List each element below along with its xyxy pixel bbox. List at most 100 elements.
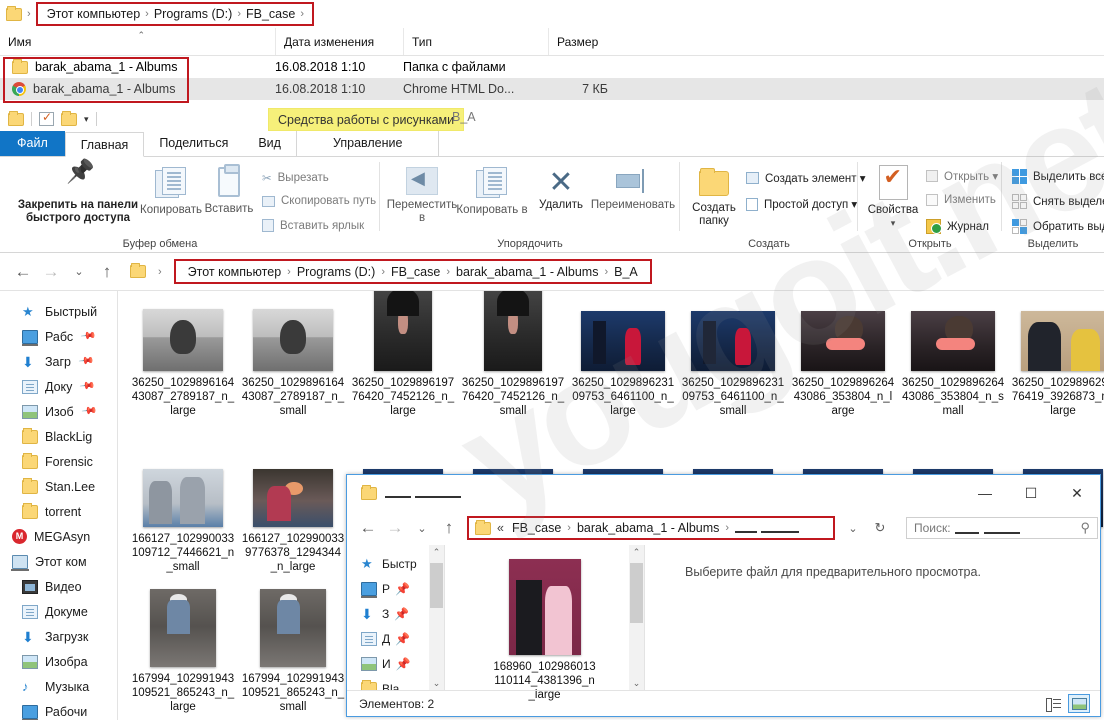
move-to-button[interactable]: Переместить в [386, 167, 458, 225]
list-item[interactable]: 36250_102989629776419_3926873_n_large [1008, 311, 1104, 418]
history-button[interactable]: Журнал [926, 219, 989, 234]
sidebar-item-forensic[interactable]: Forensic [0, 449, 117, 474]
refresh-icon[interactable]: ↻ [871, 520, 889, 536]
list-item[interactable]: 36250_102989619776420_7452126_n_large [348, 291, 458, 418]
window-titlebar[interactable]: — ☐ ✕ [347, 475, 1100, 511]
list-item[interactable]: 168960_102986013110114_4381396_n_large [490, 559, 600, 702]
sidebar-item-downloads-pc[interactable]: ⬇ Загрузк [0, 624, 117, 649]
properties-check-icon[interactable] [39, 112, 54, 126]
scroll-up-icon[interactable]: ⌃ [433, 545, 441, 559]
copy-button[interactable]: Копировать [140, 167, 202, 217]
breadcrumb-item-redacted[interactable] [731, 521, 802, 535]
sidebar-item-megasync[interactable]: M MEGAsyn [0, 524, 117, 549]
sidebar-item-pictures[interactable]: Изоб 📌 [0, 399, 117, 424]
scrollbar-nav-pane[interactable]: ⌃ ⌄ [429, 545, 444, 690]
recent-locations-button[interactable]: ⌄ [413, 522, 431, 535]
list-item[interactable]: 167994_102991943109521_865243_n_large [128, 589, 238, 714]
list-item[interactable]: 166127_102990033109712_7446621_n_small [128, 469, 238, 574]
breadcrumb-item-4[interactable]: B_A [610, 265, 642, 279]
folder-icon[interactable] [8, 113, 24, 126]
scrollbar-thumb[interactable] [630, 563, 643, 623]
sidebar-item-desktop[interactable]: Рабс 📌 [0, 324, 117, 349]
breadcrumb[interactable]: « FB_case › barak_abama_1 - Albums › [467, 516, 835, 540]
properties-button[interactable]: Свойства ▾ [862, 165, 924, 230]
breadcrumb-item-1[interactable]: barak_abama_1 - Albums [573, 521, 723, 535]
sidebar-item-music[interactable]: ♪ Музыка [0, 674, 117, 699]
paste-shortcut-button[interactable]: Вставить ярлык [262, 219, 364, 232]
close-button[interactable]: ✕ [1054, 478, 1100, 508]
copy-to-button[interactable]: Копировать в [456, 167, 528, 217]
scroll-down-icon[interactable]: ⌄ [633, 676, 641, 690]
column-header-name[interactable]: ⌃ Имя [0, 28, 275, 55]
forward-button[interactable]: → [42, 262, 60, 282]
breadcrumb-overflow-icon[interactable]: « [491, 521, 508, 535]
sidebar-item-downloads[interactable]: ⬇ Загр 📌 [0, 349, 117, 374]
up-button[interactable]: ↑ [98, 262, 116, 282]
forward-button[interactable]: → [386, 518, 404, 538]
paste-button[interactable]: Вставить [200, 167, 258, 216]
list-item[interactable]: 36250_102989619776420_7452126_n_small [458, 291, 568, 418]
list-item[interactable]: 36250_102989626443086_353804_n_small [898, 311, 1008, 418]
scrollbar-file-list[interactable]: ⌃ ⌄ [629, 545, 644, 690]
list-item[interactable]: 36250_102989616443087_2789187_n_small [238, 309, 348, 418]
new-folder-button[interactable]: Создать папку [684, 171, 744, 228]
list-item[interactable]: 166127_102990033 9776378_1294344 _n_larg… [238, 469, 348, 574]
new-item-button[interactable]: Создать элемент ▾ [746, 171, 866, 185]
breadcrumb-item-2[interactable]: FB_case [243, 7, 298, 21]
recent-locations-button[interactable]: ⌄ [70, 265, 88, 278]
select-all-button[interactable]: Выделить все [1012, 169, 1104, 184]
breadcrumb-item-1[interactable]: Programs (D:) [293, 265, 379, 279]
invert-selection-button[interactable]: Обратить выделение [1012, 219, 1104, 234]
breadcrumb-item-1[interactable]: Programs (D:) [151, 7, 235, 21]
chevron-down-icon[interactable]: ⌄ [844, 522, 862, 535]
breadcrumb-item-0[interactable]: Этот компьютер [184, 265, 285, 279]
sidebar-item-torrent[interactable]: torrent [0, 499, 117, 524]
minimize-button[interactable]: — [962, 478, 1008, 508]
rename-button[interactable]: Переименовать [590, 169, 676, 212]
tab-file[interactable]: Файл [0, 131, 65, 156]
copy-path-button[interactable]: Скопировать путь [262, 195, 376, 207]
tab-share[interactable]: Поделиться [144, 131, 243, 156]
back-button[interactable]: ← [359, 518, 377, 538]
list-item[interactable]: 36250_102989626443086_353804_n_large [788, 311, 898, 418]
table-row[interactable]: barak_abama_1 - Albums 16.08.2018 1:10 C… [0, 78, 1104, 100]
scroll-down-icon[interactable]: ⌄ [433, 676, 441, 690]
chevron-down-icon[interactable]: ▾ [862, 217, 924, 230]
sidebar-item-this-pc[interactable]: Этот ком [0, 549, 117, 574]
sidebar-item-documents-pc[interactable]: Докуме [0, 599, 117, 624]
sidebar-item-documents[interactable]: Доку 📌 [0, 374, 117, 399]
breadcrumb-item-3[interactable]: barak_abama_1 - Albums [452, 265, 602, 279]
scrollbar-thumb[interactable] [430, 563, 443, 608]
breadcrumb[interactable]: Этот компьютер › Programs (D:) › FB_case… [174, 259, 652, 284]
secondary-navigation-pane[interactable]: ★ Быстр Р 📌 ⬇ З 📌 Д 📌 [347, 545, 445, 690]
column-header-date[interactable]: Дата изменения [275, 28, 403, 55]
top-breadcrumb[interactable]: Этот компьютер › Programs (D:) › FB_case… [36, 2, 314, 26]
edit-button[interactable]: Изменить [926, 194, 996, 206]
column-header-type[interactable]: Тип [403, 28, 548, 55]
easy-access-button[interactable]: Простой доступ ▾ [746, 197, 857, 211]
maximize-button[interactable]: ☐ [1008, 478, 1054, 508]
back-button[interactable]: ← [14, 262, 32, 282]
breadcrumb-item-0[interactable]: Этот компьютер [44, 7, 143, 21]
sidebar-item-quick-access[interactable]: ★ Быстрый [0, 299, 117, 324]
list-item[interactable]: 36250_102989616443087_2789187_n_large [128, 309, 238, 418]
navigation-pane[interactable]: ★ Быстрый Рабс 📌 ⬇ Загр 📌 Доку 📌 Изоб 📌 … [0, 291, 118, 720]
sidebar-item-blacklight[interactable]: BlackLig [0, 424, 117, 449]
breadcrumb-item-2[interactable]: FB_case [387, 265, 444, 279]
sidebar-item-video[interactable]: Видео [0, 574, 117, 599]
new-folder-icon[interactable] [61, 113, 77, 126]
sidebar-item-pictures-pc[interactable]: Изобра [0, 649, 117, 674]
scroll-up-icon[interactable]: ⌃ [633, 545, 641, 559]
secondary-file-list[interactable]: 168960_102986013110114_4381396_n_large ⌃… [445, 545, 645, 690]
details-view-button[interactable] [1042, 694, 1064, 713]
sidebar-item-stanlee[interactable]: Stan.Lee [0, 474, 117, 499]
pin-to-quick-access-button[interactable]: Закрепить на панели быстрого доступа [8, 165, 148, 225]
search-input[interactable]: Поиск: ⚲ [906, 517, 1098, 539]
column-header-size[interactable]: Размер [548, 28, 628, 55]
list-item[interactable]: 36250_102989623109753_6461100_n_large [568, 311, 678, 418]
cut-button[interactable]: ✂ Вырезать [262, 171, 329, 185]
tab-view[interactable]: Вид [243, 131, 296, 156]
delete-button[interactable]: ✕ Удалить [532, 169, 590, 212]
quick-access-toolbar[interactable]: ▾ [0, 106, 1104, 132]
table-row[interactable]: barak_abama_1 - Albums 16.08.2018 1:10 П… [0, 56, 1104, 78]
